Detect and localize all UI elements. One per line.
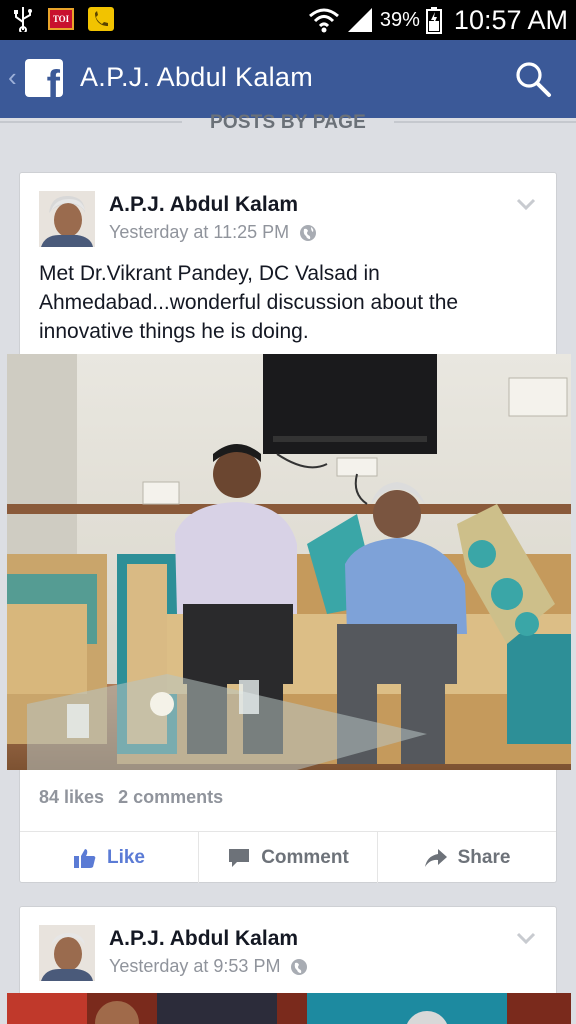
battery-percent: 39% bbox=[379, 8, 420, 31]
notification-icons: TOI bbox=[12, 6, 114, 32]
post-card: A.P.J. Abdul Kalam Yesterday at 9:53 PM bbox=[7, 906, 571, 1024]
likes-count[interactable]: 84 likes bbox=[39, 787, 104, 808]
avatar[interactable] bbox=[39, 925, 95, 981]
signal-icon bbox=[347, 8, 372, 32]
post-author[interactable]: A.P.J. Abdul Kalam bbox=[109, 193, 298, 217]
share-icon bbox=[424, 848, 447, 867]
avatar[interactable] bbox=[39, 191, 95, 247]
wifi-icon bbox=[308, 8, 339, 33]
back-chevron-icon[interactable]: ‹ bbox=[8, 62, 17, 92]
chevron-down-icon[interactable] bbox=[516, 931, 536, 945]
post-photo[interactable] bbox=[7, 354, 571, 770]
comment-label: Comment bbox=[261, 846, 349, 868]
post-text: Met Dr.Vikrant Pandey, DC Valsad in Ahme… bbox=[39, 262, 459, 343]
usb-icon bbox=[14, 7, 32, 32]
battery-icon bbox=[425, 7, 442, 34]
post-author[interactable]: A.P.J. Abdul Kalam bbox=[109, 927, 298, 951]
search-icon[interactable] bbox=[514, 60, 552, 98]
post-actions: Like Comment Share bbox=[20, 831, 556, 883]
divider bbox=[394, 121, 576, 123]
app-bar: ‹ f A.P.J. Abdul Kalam bbox=[0, 40, 576, 118]
call-app-icon bbox=[88, 7, 114, 31]
status-bar: TOI 39% 10:57 AM bbox=[0, 0, 576, 40]
clock: 10:57 AM bbox=[453, 4, 568, 35]
toi-app-icon: TOI bbox=[48, 8, 74, 30]
page-title: A.P.J. Abdul Kalam bbox=[80, 62, 314, 92]
like-button[interactable]: Like bbox=[20, 832, 199, 883]
post-photo[interactable] bbox=[7, 993, 571, 1024]
post-timestamp[interactable]: Yesterday at 11:25 PM bbox=[109, 222, 289, 243]
post-stats: 84 likes 2 comments bbox=[39, 787, 223, 808]
section-header: POSTS BY PAGE bbox=[0, 112, 576, 136]
share-button[interactable]: Share bbox=[378, 832, 556, 883]
share-label: Share bbox=[457, 846, 511, 868]
like-label: Like bbox=[106, 846, 146, 868]
post-card: A.P.J. Abdul Kalam Yesterday at 11:25 PM… bbox=[7, 172, 571, 883]
comment-icon bbox=[229, 848, 250, 867]
post-meta: Yesterday at 9:53 PM bbox=[109, 956, 308, 977]
comment-button[interactable]: Comment bbox=[199, 832, 378, 883]
post-timestamp[interactable]: Yesterday at 9:53 PM bbox=[109, 956, 280, 977]
post-meta: Yesterday at 11:25 PM bbox=[109, 222, 317, 243]
facebook-logo-icon[interactable]: f bbox=[25, 59, 63, 97]
section-label: POSTS BY PAGE bbox=[209, 112, 367, 133]
globe-icon bbox=[300, 224, 317, 241]
comments-count[interactable]: 2 comments bbox=[118, 787, 223, 808]
chevron-down-icon[interactable] bbox=[516, 197, 536, 211]
globe-icon bbox=[291, 958, 308, 975]
thumbs-up-icon bbox=[73, 848, 96, 868]
